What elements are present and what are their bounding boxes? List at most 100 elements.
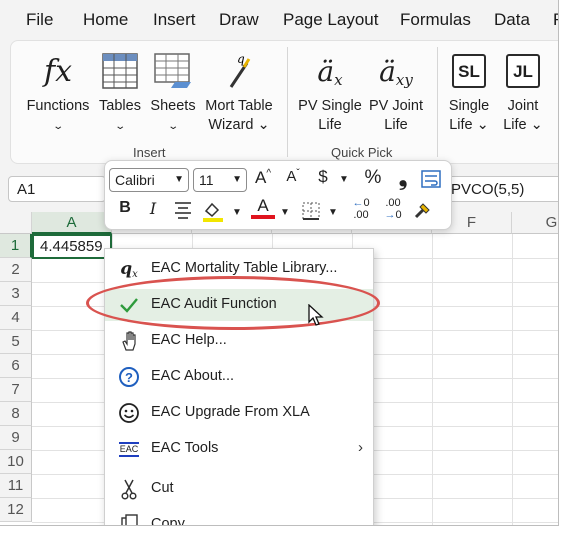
- menu-item-label: EAC Mortality Table Library...: [151, 260, 338, 276]
- increase-decimal-button[interactable]: ←0.00: [347, 197, 375, 221]
- row-header-3[interactable]: 3: [0, 282, 32, 306]
- chevron-down-icon: ▼: [174, 174, 184, 185]
- row-header-1[interactable]: 1: [0, 234, 32, 258]
- wizard-label: Wizard ⌄: [208, 117, 270, 133]
- row-header-11[interactable]: 11: [0, 474, 32, 498]
- tables-button[interactable]: Tables ⌄: [95, 45, 145, 136]
- menu-insert[interactable]: Insert: [153, 10, 196, 30]
- menu-item-cut[interactable]: Cut: [105, 473, 373, 505]
- decrease-decimal-button[interactable]: .00 →0: [379, 197, 407, 221]
- row-header-4[interactable]: 4: [0, 306, 32, 330]
- row-header-9[interactable]: 9: [0, 426, 32, 450]
- italic-button[interactable]: I: [141, 199, 165, 218]
- menu-item-label: EAC Tools: [151, 440, 219, 456]
- fill-color-icon[interactable]: [201, 199, 225, 228]
- menu-draw[interactable]: Draw: [219, 10, 259, 30]
- tables-label: Tables: [99, 98, 141, 114]
- font-size-dropdown[interactable]: 11 ▼: [193, 168, 247, 192]
- borders-icon[interactable]: [299, 201, 323, 226]
- chevron-down-icon: ⌄: [114, 121, 126, 132]
- sheets-icon: [149, 45, 197, 97]
- chevron-down-icon[interactable]: ▼: [279, 207, 291, 218]
- quick-pick-group-label: Quick Pick: [331, 145, 393, 160]
- mort-table-wizard-button[interactable]: q Mort Table Wizard ⌄: [201, 45, 277, 135]
- chevron-down-icon[interactable]: ▼: [338, 174, 350, 185]
- menu-item-label: EAC Help...: [151, 332, 227, 348]
- row-header-6[interactable]: 6: [0, 354, 32, 378]
- row-header-7[interactable]: 7: [0, 378, 32, 402]
- percent-button[interactable]: %: [361, 167, 385, 189]
- menu-file[interactable]: File: [26, 10, 53, 30]
- chevron-down-icon: ⌄: [167, 121, 179, 132]
- pv-single-life-button[interactable]: äx PV Single Life: [295, 45, 365, 135]
- column-header-g[interactable]: G: [512, 212, 558, 234]
- menu-bar: File Home Insert Draw Page Layout Formul…: [0, 0, 558, 40]
- comma-style-button[interactable]: ❟: [391, 165, 415, 191]
- select-all-corner[interactable]: [0, 212, 32, 234]
- menu-review[interactable]: R: [553, 10, 558, 30]
- jl-box-icon: JL: [497, 45, 549, 97]
- format-painter-icon[interactable]: [411, 199, 435, 226]
- grow-font-button[interactable]: A^: [251, 168, 275, 188]
- menu-home[interactable]: Home: [83, 10, 128, 30]
- joint-label: Joint: [507, 98, 539, 114]
- row-header-5[interactable]: 5: [0, 330, 32, 354]
- row-header-12[interactable]: 12: [0, 498, 32, 522]
- menu-item-tools[interactable]: EAC EAC Tools ›: [105, 433, 373, 465]
- svg-text:q: q: [237, 52, 245, 66]
- chevron-down-icon[interactable]: ▼: [327, 207, 339, 218]
- font-name-dropdown[interactable]: Calibri ▼: [109, 168, 189, 192]
- pv-single-life-label: Life: [318, 117, 342, 133]
- menu-formulas[interactable]: Formulas: [400, 10, 471, 30]
- row-header-8[interactable]: 8: [0, 402, 32, 426]
- functions-button[interactable]: fx Functions ⌄: [23, 45, 93, 136]
- menu-item-copy[interactable]: Copy: [105, 509, 373, 525]
- menu-item-upgrade-from-xla[interactable]: EAC Upgrade From XLA: [105, 397, 373, 429]
- single-life-button[interactable]: SL Single Life ⌄: [443, 45, 495, 135]
- row-header-2[interactable]: 2: [0, 258, 32, 282]
- pv-single-label: PV Single: [298, 98, 362, 114]
- currency-button[interactable]: $: [311, 167, 335, 187]
- joint-life-button[interactable]: JL Joint Life ⌄: [497, 45, 549, 135]
- hand-pointer-icon: [117, 329, 141, 353]
- font-size-value: 11: [199, 172, 214, 188]
- font-name-value: Calibri: [115, 172, 155, 188]
- chevron-down-icon: ⌄: [52, 121, 64, 132]
- mouse-cursor-icon: [308, 303, 324, 333]
- grid-line: [512, 234, 513, 525]
- menu-item-label: EAC Upgrade From XLA: [151, 404, 310, 420]
- bold-button[interactable]: B: [113, 199, 137, 217]
- functions-label: Functions: [26, 98, 90, 114]
- menu-item-about[interactable]: ? EAC About...: [105, 361, 373, 393]
- insert-group-label: Insert: [133, 145, 166, 160]
- column-header-a[interactable]: A: [32, 212, 112, 234]
- group-separator: [437, 47, 438, 157]
- align-center-icon[interactable]: [171, 201, 195, 224]
- pv-joint-life-label: Life: [384, 117, 408, 133]
- highlight-ellipse: [86, 276, 380, 330]
- joint-life-label: Life ⌄: [503, 117, 543, 133]
- svg-text:?: ?: [125, 370, 133, 385]
- menu-data[interactable]: Data: [494, 10, 530, 30]
- excel-window: File Home Insert Draw Page Layout Formul…: [0, 0, 559, 526]
- a-double-dot-x-icon: äx: [317, 54, 343, 89]
- wrap-text-icon[interactable]: [419, 169, 443, 194]
- table-icon: [95, 45, 145, 97]
- shrink-font-button[interactable]: Aˇ: [281, 168, 305, 185]
- menu-item-label: EAC About...: [151, 368, 235, 384]
- grid-line: [432, 234, 433, 525]
- sheets-button[interactable]: Sheets ⌄: [149, 45, 197, 136]
- cell-a1[interactable]: 4.445859: [32, 234, 112, 259]
- font-color-button[interactable]: A: [251, 197, 275, 219]
- row-header-10[interactable]: 10: [0, 450, 32, 474]
- name-box[interactable]: A1: [8, 176, 106, 202]
- chevron-right-icon: ›: [358, 439, 363, 456]
- smiley-icon: [117, 401, 141, 425]
- copy-icon: [117, 513, 141, 525]
- pv-joint-life-button[interactable]: ä xy PV Joint Life: [365, 45, 427, 135]
- chevron-down-icon[interactable]: ▼: [231, 207, 243, 218]
- formula-input[interactable]: PVCO(5,5): [448, 176, 558, 202]
- sheets-label: Sheets: [150, 98, 196, 114]
- function-fx-icon: fx: [43, 53, 73, 89]
- menu-page-layout[interactable]: Page Layout: [283, 10, 378, 30]
